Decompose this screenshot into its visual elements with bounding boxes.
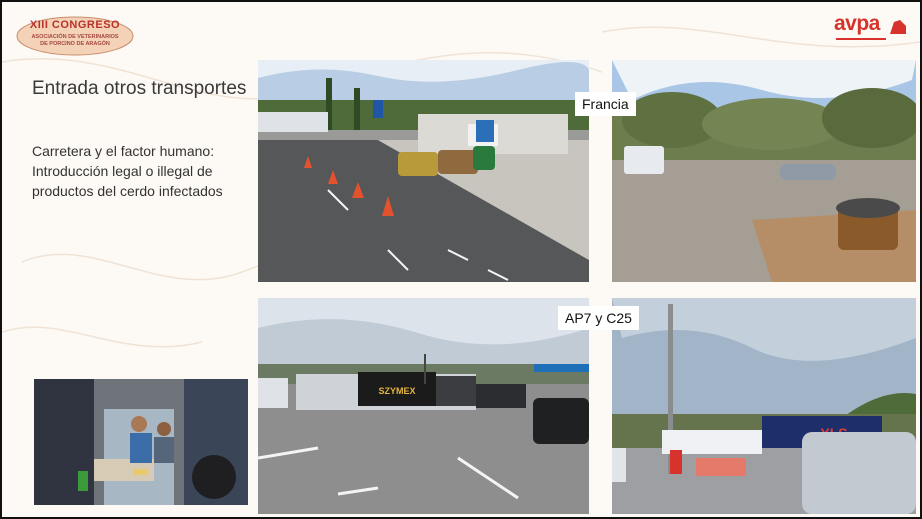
congress-logo-subtitle: ASOCIACIÓN DE VETERINARIOS DE PORCINO DE… [31,34,119,47]
photo-drivers-meal [34,379,248,505]
truck-logo-text: SZYMEX [378,386,415,396]
congress-logo-title: XIII CONGRESO [29,19,121,31]
label-ap7: AP7 y C25 [558,306,639,330]
photo-lorries: YLS [612,298,916,514]
congress-logo: XIII CONGRESO ASOCIACIÓN DE VETERINARIOS… [16,16,134,56]
slide: XIII CONGRESO ASOCIACIÓN DE VETERINARIOS… [0,0,922,519]
avpa-logo: avpa [832,12,908,44]
slide-subtitle: Carretera y el factor humano: Introducci… [32,143,223,199]
pig-icon [890,20,906,34]
label-francia: Francia [575,92,636,116]
photo-truck-parking: SZYMEX [258,298,589,514]
photo-rest-area [258,60,589,282]
photo-france-parking [612,60,916,282]
avpa-logo-text: avpa [834,12,880,35]
avpa-logo-underline [836,38,886,40]
slide-title: Entrada otros transportes [32,78,247,99]
